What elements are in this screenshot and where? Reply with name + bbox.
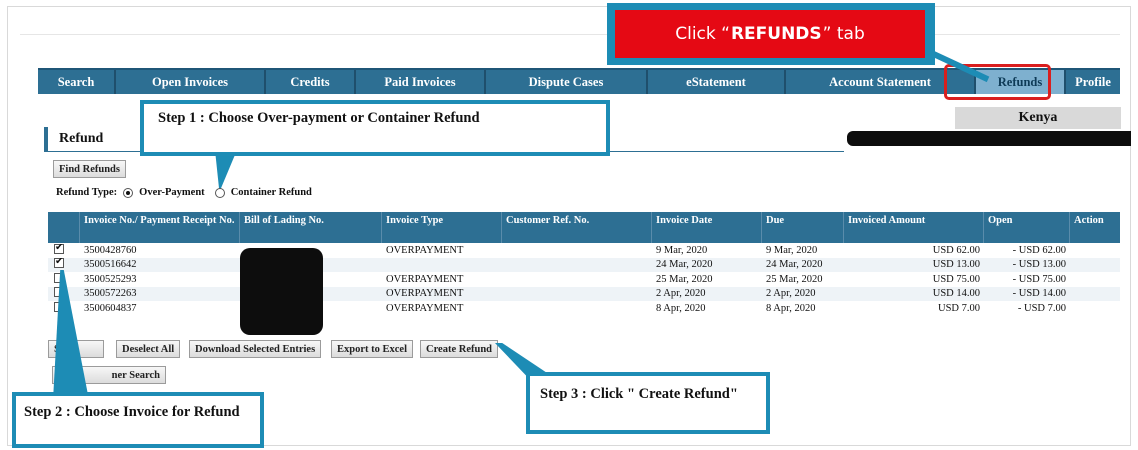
- cell-open: - USD 13.00: [1012, 259, 1066, 271]
- cell-type: OVERPAYMENT: [386, 273, 464, 285]
- cell-invoice: 3500428760: [84, 244, 137, 256]
- cell-amount: USD 62.00: [932, 244, 980, 256]
- cell-date: 24 Mar, 2020: [656, 259, 713, 271]
- cell-date: 25 Mar, 2020: [656, 273, 713, 285]
- country-label: Kenya: [955, 107, 1121, 129]
- tab-paid-invoices[interactable]: Paid Invoices: [356, 70, 486, 94]
- cell-invoice: 3500525293: [84, 273, 137, 285]
- cell-due: 2 Apr, 2020: [766, 288, 816, 300]
- step1-callout: Step 1 : Choose Over-payment or Containe…: [144, 104, 606, 152]
- table-row: 3500572263 OVERPAYMENT 2 Apr, 2020 2 Apr…: [48, 286, 1120, 301]
- header-bol: Bill of Lading No.: [240, 212, 382, 243]
- header-amount: Invoiced Amount: [844, 212, 984, 243]
- header-ref: Customer Ref. No.: [502, 212, 652, 243]
- header-open: Open: [984, 212, 1070, 243]
- overpayment-label: Over-Payment: [139, 187, 205, 198]
- step3-callout: Step 3 : Click " Create Refund": [526, 372, 770, 434]
- cell-date: 8 Apr, 2020: [656, 302, 706, 314]
- cell-amount: USD 14.00: [932, 288, 980, 300]
- invoice-table: Invoice No./ Payment Receipt No. Bill of…: [48, 212, 1120, 316]
- tab-profile[interactable]: Profile: [1066, 70, 1120, 94]
- cell-invoice: 3500516642: [84, 259, 137, 271]
- tab-credits[interactable]: Credits: [266, 70, 356, 94]
- cell-due: 9 Mar, 2020: [766, 244, 818, 256]
- cell-amount: USD 7.00: [937, 302, 980, 314]
- cell-type: OVERPAYMENT: [386, 244, 464, 256]
- find-refunds-button[interactable]: Find Refunds: [53, 160, 126, 178]
- step2-callout: Step 2 : Choose Invoice for Refund: [12, 392, 264, 448]
- container-radio[interactable]: [214, 187, 225, 198]
- row-checkbox[interactable]: [54, 243, 64, 254]
- cell-invoice: 3500572263: [84, 288, 137, 300]
- cell-open: - USD 75.00: [1012, 273, 1066, 285]
- cell-open: - USD 62.00: [1012, 244, 1066, 256]
- heading-accent: [44, 127, 48, 151]
- header-action: Action: [1074, 215, 1104, 226]
- cell-date: 9 Mar, 2020: [656, 244, 708, 256]
- header-invoice: Invoice No./ Payment Receipt No.: [80, 212, 240, 243]
- cell-type: OVERPAYMENT: [386, 288, 464, 300]
- top-callout-text: Click “REFUNDS” tab: [615, 10, 925, 58]
- redacted-bar: [847, 131, 1131, 146]
- top-callout: Click “REFUNDS” tab: [607, 3, 935, 65]
- header-due[interactable]: Due: [762, 212, 844, 243]
- cell-amount: USD 13.00: [932, 259, 980, 271]
- cell-due: 24 Mar, 2020: [766, 259, 823, 271]
- cell-invoice: 3500604837: [84, 302, 137, 314]
- container-label: Container Refund: [230, 187, 312, 198]
- page-title: Refund: [59, 131, 104, 146]
- cell-open: - USD 14.00: [1012, 288, 1066, 300]
- create-refund-button[interactable]: Create Refund: [420, 340, 499, 358]
- deselect-all-button[interactable]: Deselect All: [116, 340, 181, 358]
- header-date: Invoice Date: [652, 212, 762, 243]
- table-header: Invoice No./ Payment Receipt No. Bill of…: [48, 212, 1120, 243]
- cell-due: 8 Apr, 2020: [766, 302, 816, 314]
- tab-open-invoices[interactable]: Open Invoices: [116, 70, 266, 94]
- refund-type-group: Refund Type: Over-Payment Container Refu…: [56, 187, 312, 198]
- refund-type-label: Refund Type:: [56, 187, 118, 198]
- tab-search[interactable]: Search: [38, 70, 116, 94]
- cell-date: 2 Apr, 2020: [656, 288, 706, 300]
- cell-open: - USD 7.00: [1017, 302, 1066, 314]
- download-selected-button[interactable]: Download Selected Entries: [189, 340, 322, 358]
- table-row: 3500516642 24 Mar, 2020 24 Mar, 2020 USD…: [48, 257, 1120, 272]
- header-checkbox-col: [48, 212, 80, 243]
- table-row: 3500525293 OVERPAYMENT 25 Mar, 2020 25 M…: [48, 272, 1120, 287]
- table-body: 3500428760 OVERPAYMENT 9 Mar, 2020 9 Mar…: [48, 243, 1120, 316]
- header-type: Invoice Type: [382, 212, 502, 243]
- tab-dispute-cases[interactable]: Dispute Cases: [486, 70, 648, 94]
- table-row: 3500428760 OVERPAYMENT 9 Mar, 2020 9 Mar…: [48, 243, 1120, 258]
- cell-type: OVERPAYMENT: [386, 302, 464, 314]
- tab-estatement[interactable]: eStatement: [648, 70, 786, 94]
- redacted-bol-block: [240, 248, 323, 335]
- cell-amount: USD 75.00: [932, 273, 980, 285]
- export-excel-button[interactable]: Export to Excel: [331, 340, 413, 358]
- table-row: 3500604837 OVERPAYMENT 8 Apr, 2020 8 Apr…: [48, 301, 1120, 316]
- overpayment-radio[interactable]: [123, 187, 134, 198]
- row-checkbox[interactable]: [54, 258, 64, 269]
- cell-due: 25 Mar, 2020: [766, 273, 823, 285]
